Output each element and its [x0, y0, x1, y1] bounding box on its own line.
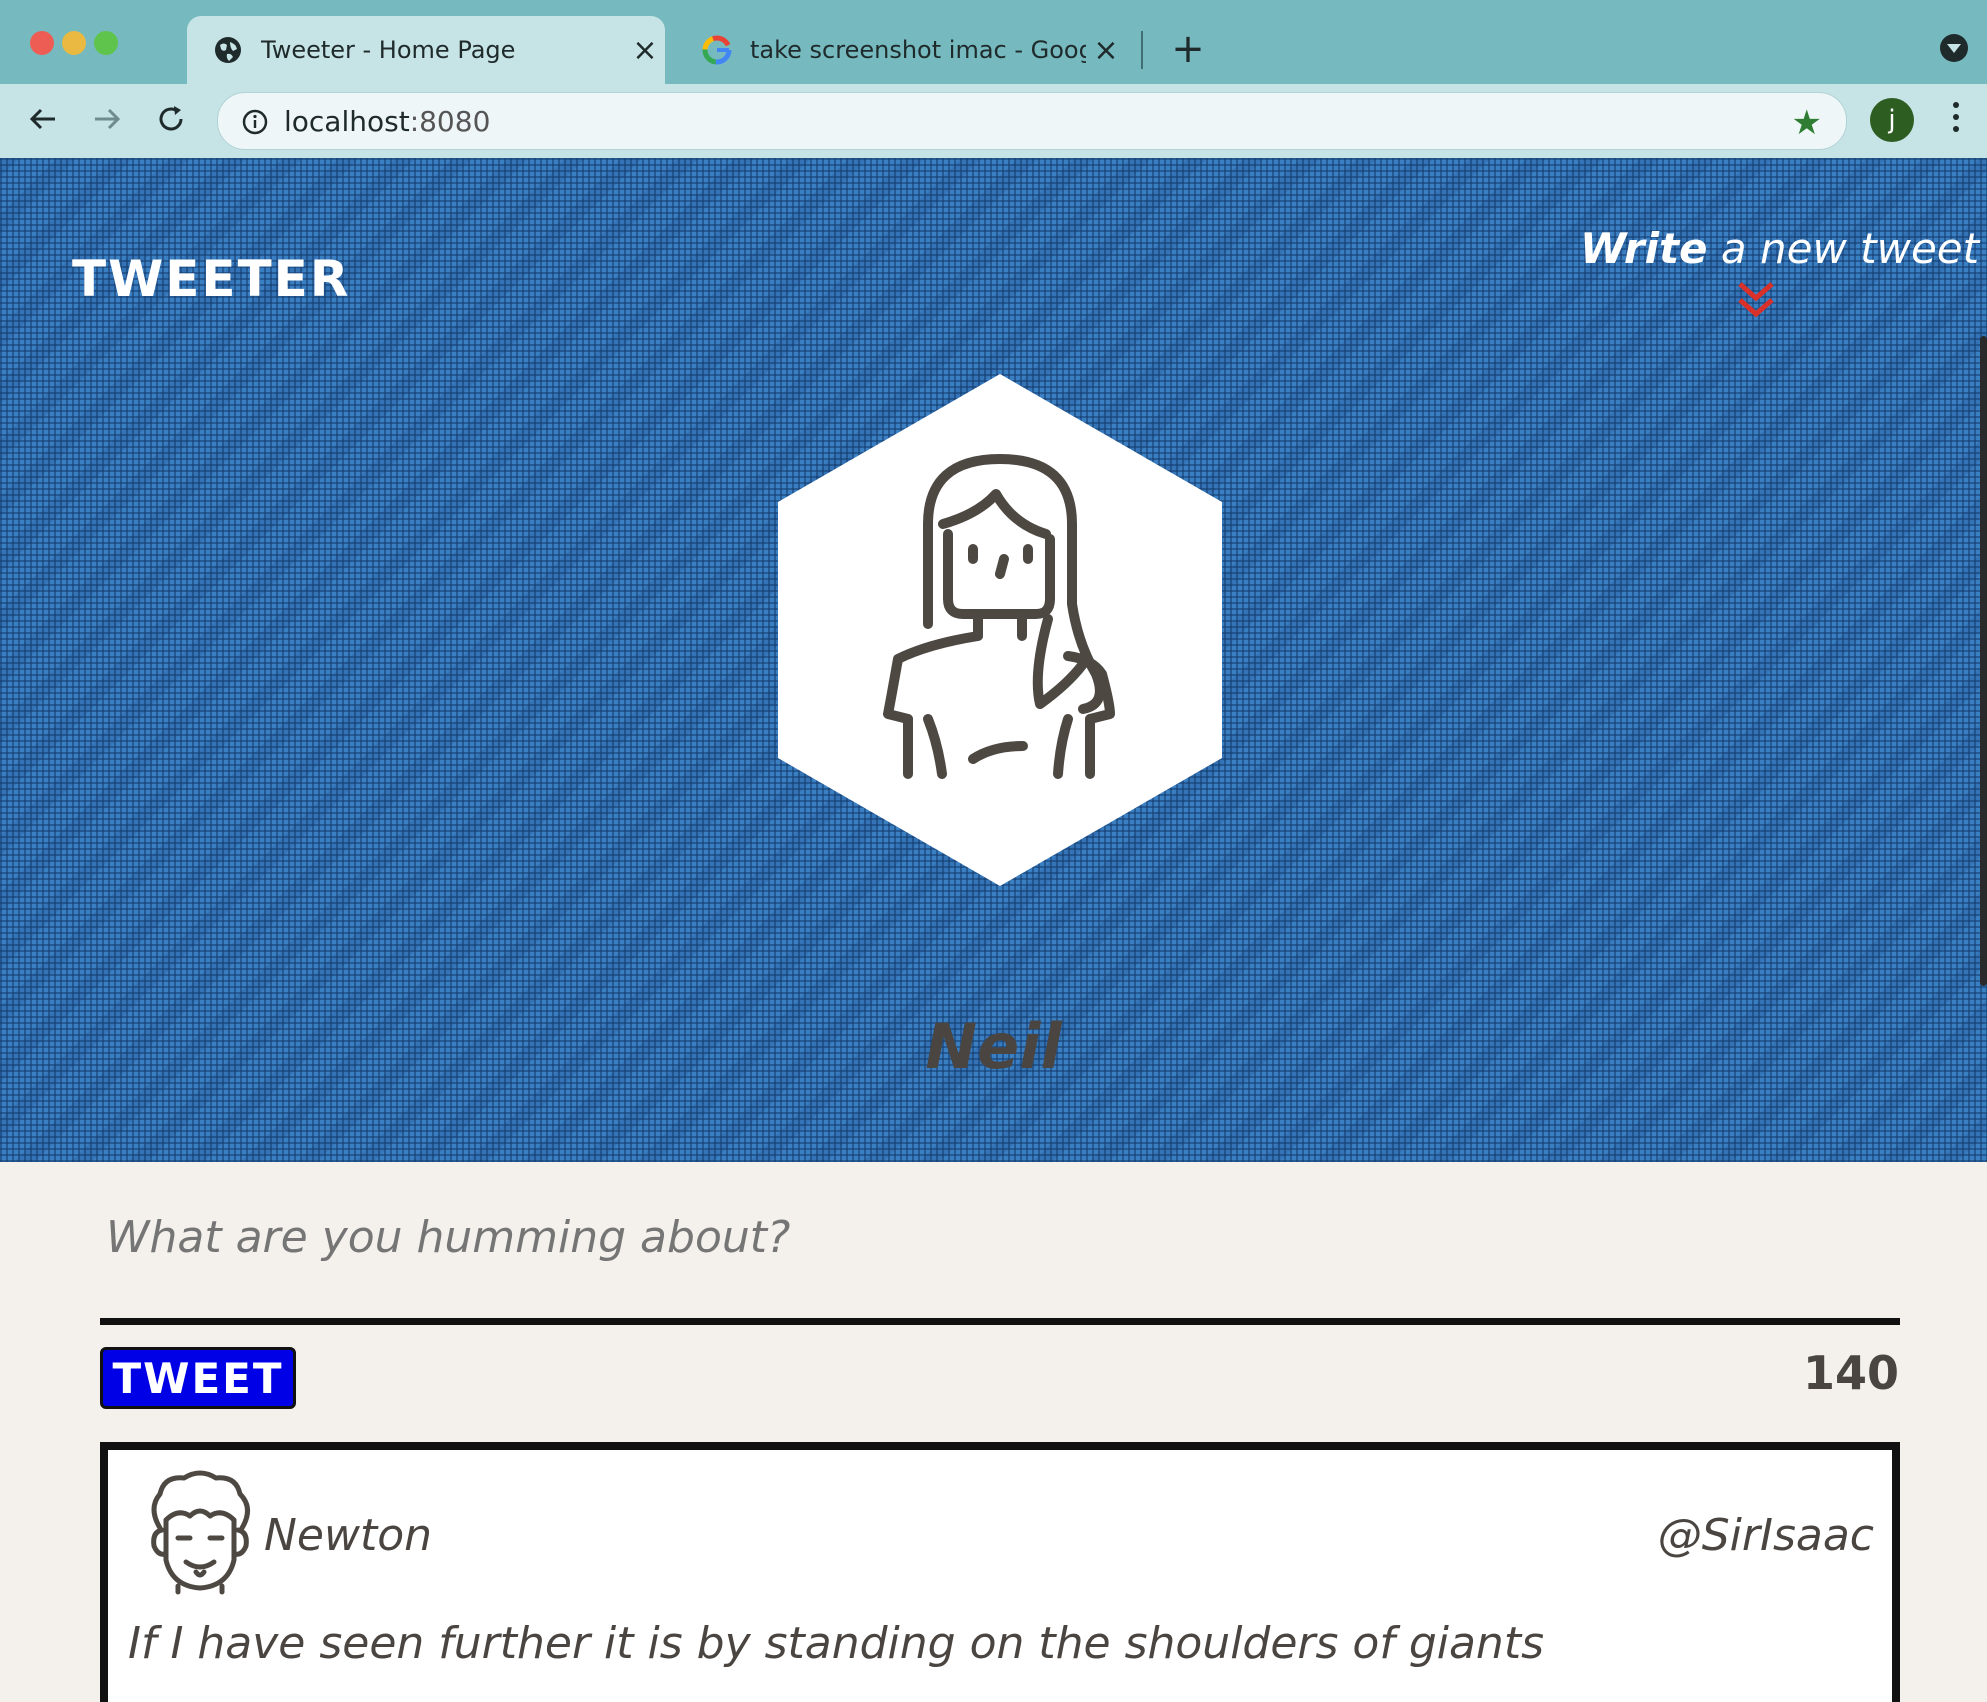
- compose-section: TWEET 140 Newton @SirIsaac If I have see…: [0, 1162, 1987, 1702]
- profile-avatar[interactable]: j: [1870, 98, 1914, 142]
- tweet-content: If I have seen further it is by standing…: [128, 1618, 1544, 1669]
- globe-icon: [213, 35, 243, 65]
- forward-arrow-icon[interactable]: [82, 94, 132, 144]
- profile-username: Neil: [925, 1010, 1062, 1083]
- tab-title: Tweeter - Home Page: [261, 36, 516, 64]
- new-tab-plus-icon[interactable]: +: [1168, 24, 1208, 74]
- reload-icon[interactable]: [146, 94, 196, 144]
- tab-divider: [1141, 31, 1143, 69]
- tab-google-search[interactable]: take screenshot imac - Google ×: [676, 16, 1126, 84]
- double-chevron-down-icon[interactable]: [1736, 280, 1776, 328]
- close-window-button[interactable]: [30, 31, 54, 55]
- minimize-window-button[interactable]: [62, 31, 86, 55]
- browser-menu-icon[interactable]: [1944, 98, 1968, 142]
- tweet-author-handle: @SirIsaac: [1657, 1510, 1874, 1561]
- girl-avatar-icon: [778, 374, 1222, 890]
- profile-header: TWEETER Write a new tweet Neil: [0, 158, 1987, 1162]
- maximize-window-button[interactable]: [94, 31, 118, 55]
- tweet-compose-input[interactable]: [104, 1206, 1508, 1268]
- tweet-author-name: Newton: [264, 1510, 433, 1561]
- site-info-icon[interactable]: [242, 109, 268, 139]
- compose-underline: [100, 1318, 1900, 1325]
- bookmark-star-icon[interactable]: ★: [1792, 103, 1822, 143]
- tab-search-chevron-icon[interactable]: [1940, 34, 1968, 62]
- browser-tab-strip: Tweeter - Home Page × take screenshot im…: [0, 0, 1987, 84]
- newton-avatar-icon: [138, 1468, 262, 1602]
- tab-tweeter-home[interactable]: Tweeter - Home Page ×: [187, 16, 665, 84]
- tab-close-icon[interactable]: ×: [625, 33, 665, 68]
- tweet-submit-button[interactable]: TWEET: [100, 1347, 296, 1409]
- tab-close-icon[interactable]: ×: [1086, 33, 1126, 68]
- tab-title: take screenshot imac - Google: [750, 36, 1086, 64]
- write-new-tweet-link[interactable]: Write a new tweet: [1580, 224, 1979, 273]
- url-text: localhost:8080: [284, 105, 491, 138]
- scrollbar-thumb[interactable]: [1980, 336, 1987, 986]
- address-bar[interactable]: localhost:8080 ★: [217, 92, 1847, 150]
- google-icon: [702, 35, 732, 65]
- character-counter: 140: [1802, 1346, 1899, 1400]
- tweet-article: Newton @SirIsaac If I have seen further …: [100, 1442, 1900, 1702]
- browser-toolbar: localhost:8080 ★ j: [0, 84, 1987, 158]
- back-arrow-icon[interactable]: [18, 94, 68, 144]
- brand-logo[interactable]: TWEETER: [72, 250, 350, 308]
